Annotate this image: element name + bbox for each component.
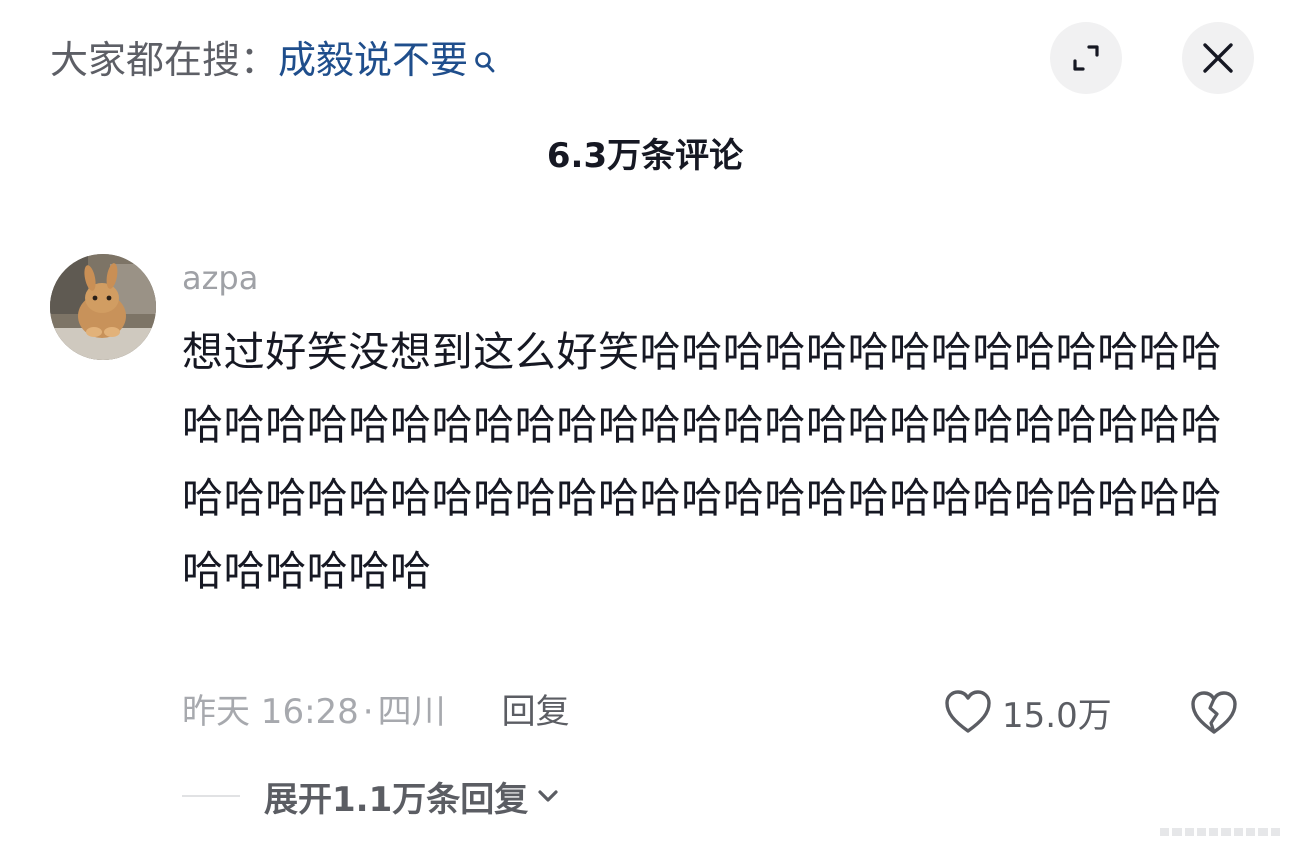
like-count: 15.0万: [1002, 695, 1112, 736]
search-suggestion[interactable]: 大家都在搜： 成毅说不要: [50, 34, 496, 86]
comment-location: 四川: [377, 692, 446, 732]
reply-button[interactable]: 回复: [502, 686, 570, 738]
expand-replies-label: 展开1.1万条回复: [264, 779, 529, 820]
search-term-link[interactable]: 成毅说不要: [278, 34, 468, 86]
comment-meta: 昨天 16:28 · 四川 回复: [182, 686, 570, 738]
search-icon[interactable]: [474, 38, 496, 73]
heart-icon: [945, 690, 991, 733]
comments-count-title: 6.3万条评论: [546, 136, 744, 176]
avatar[interactable]: [50, 254, 156, 360]
broken-heart-icon: [1191, 691, 1237, 734]
meta-separator: ·: [362, 692, 374, 732]
close-icon: [1203, 43, 1233, 73]
comment-text: 想过好笑没想到这么好笑哈哈哈哈哈哈哈哈哈哈哈哈哈哈哈哈哈哈哈哈哈哈哈哈哈哈哈哈哈…: [182, 328, 1222, 595]
expand-replies-button[interactable]: 展开1.1万条回复: [182, 770, 560, 822]
watermark-strip: [1160, 828, 1280, 836]
comment-username[interactable]: azpa: [182, 254, 258, 302]
close-button[interactable]: [1182, 22, 1254, 94]
like-button[interactable]: 15.0万: [944, 686, 1112, 738]
expand-icon: [1073, 45, 1099, 71]
expand-button[interactable]: [1050, 22, 1122, 94]
divider-line: [182, 795, 240, 797]
chevron-down-icon: [538, 790, 558, 802]
comment-panel: 大家都在搜： 成毅说不要 6.3万条评论 azpa 想过好笑没想到这么好笑哈哈哈…: [0, 0, 1290, 864]
search-prefix: 大家都在搜：: [50, 38, 279, 82]
dislike-button[interactable]: [1190, 690, 1238, 740]
comment-time: 昨天 16:28: [182, 692, 359, 732]
